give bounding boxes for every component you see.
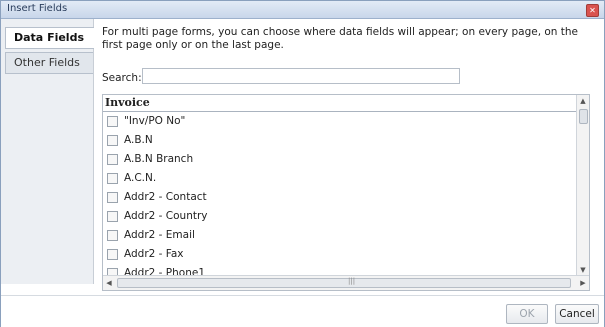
- checkbox[interactable]: [107, 230, 118, 241]
- list-item-label: Addr2 - Contact: [124, 191, 207, 203]
- list-item-label: "Inv/PO No": [124, 115, 186, 127]
- horizontal-scrollbar[interactable]: ◀ ||| ▶: [103, 275, 589, 290]
- vertical-scrollbar[interactable]: ▲ ▼: [576, 95, 589, 276]
- list-item[interactable]: A.C.N.: [103, 169, 578, 188]
- vertical-scroll-thumb[interactable]: [579, 109, 588, 124]
- search-input[interactable]: [142, 68, 460, 84]
- tab-other-fields[interactable]: Other Fields: [5, 52, 93, 74]
- ok-button[interactable]: OK: [506, 304, 548, 324]
- dialog-title: Insert Fields: [7, 3, 68, 14]
- group-header-invoice: Invoice: [103, 95, 580, 112]
- list-item[interactable]: Addr2 - Fax: [103, 245, 578, 264]
- insert-fields-dialog: Insert Fields ✕ Data Fields Other Fields…: [0, 0, 605, 327]
- list-item[interactable]: "Inv/PO No": [103, 112, 578, 131]
- dialog-footer: OK Cancel: [1, 295, 604, 327]
- scroll-up-icon[interactable]: ▲: [577, 95, 589, 107]
- checkbox[interactable]: [107, 154, 118, 165]
- list-item-label: A.C.N.: [124, 172, 157, 184]
- cancel-button[interactable]: Cancel: [555, 304, 599, 324]
- checkbox[interactable]: [107, 192, 118, 203]
- grip-icon: |||: [348, 277, 356, 285]
- list-item-label: Addr2 - Email: [124, 229, 195, 241]
- checkbox[interactable]: [107, 249, 118, 260]
- list-item-label: Addr2 - Country: [124, 210, 208, 222]
- list-item[interactable]: Addr2 - Email: [103, 226, 578, 245]
- scroll-left-icon[interactable]: ◀: [103, 276, 115, 290]
- list-item-label: A.B.N: [124, 134, 153, 146]
- horizontal-scroll-thumb[interactable]: |||: [117, 277, 571, 288]
- list-item[interactable]: A.B.N: [103, 131, 578, 150]
- fields-list: "Inv/PO No" A.B.N A.B.N Branch A.C.N. Ad…: [103, 112, 578, 283]
- tab-strip: Data Fields Other Fields: [1, 19, 94, 284]
- checkbox[interactable]: [107, 116, 118, 127]
- list-item-label: A.B.N Branch: [124, 153, 194, 165]
- close-icon[interactable]: ✕: [586, 4, 599, 17]
- list-item-label: Addr2 - Fax: [124, 248, 184, 260]
- checkbox[interactable]: [107, 135, 118, 146]
- description-text: For multi page forms, you can choose whe…: [102, 26, 579, 51]
- list-item[interactable]: Addr2 - Contact: [103, 188, 578, 207]
- scroll-right-icon[interactable]: ▶: [577, 276, 589, 290]
- checkbox[interactable]: [107, 211, 118, 222]
- tab-data-fields[interactable]: Data Fields: [5, 27, 94, 49]
- checkbox[interactable]: [107, 173, 118, 184]
- list-item[interactable]: A.B.N Branch: [103, 150, 578, 169]
- fields-listbox: Invoice "Inv/PO No" A.B.N A.B.N Branch A…: [102, 94, 590, 291]
- title-bar[interactable]: Insert Fields ✕: [1, 1, 604, 19]
- search-label: Search:: [102, 72, 142, 84]
- list-item[interactable]: Addr2 - Country: [103, 207, 578, 226]
